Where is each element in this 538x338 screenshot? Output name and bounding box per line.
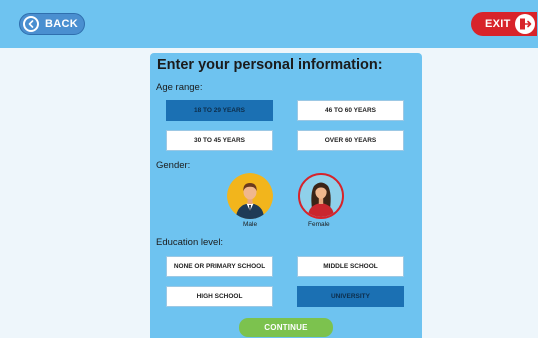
- exit-door-icon: [515, 14, 535, 34]
- exit-button[interactable]: EXIT: [471, 12, 537, 36]
- education-option-middle-school[interactable]: MIDDLE SCHOOL: [297, 256, 404, 277]
- female-avatar-icon: [300, 175, 342, 217]
- back-button-label: BACK: [45, 18, 78, 30]
- male-avatar-icon: [227, 173, 273, 219]
- top-bar: BACK EXIT: [0, 0, 538, 48]
- gender-label: Gender:: [156, 160, 191, 171]
- age-range-label: Age range:: [156, 82, 203, 93]
- exit-button-label: EXIT: [485, 18, 511, 30]
- female-caption: Female: [308, 221, 330, 228]
- continue-button[interactable]: CONTINUE: [239, 318, 333, 337]
- education-option-none-primary[interactable]: NONE OR PRIMARY SCHOOL: [166, 256, 273, 277]
- age-option-over-60[interactable]: OVER 60 YEARS: [297, 130, 404, 151]
- age-option-46-60[interactable]: 46 TO 60 YEARS: [297, 100, 404, 121]
- page-title: Enter your personal information:: [157, 57, 383, 73]
- male-avatar-button[interactable]: [227, 173, 273, 219]
- education-option-university[interactable]: UNIVERSITY: [297, 286, 404, 307]
- education-option-high-school[interactable]: HIGH SCHOOL: [166, 286, 273, 307]
- age-option-18-29[interactable]: 18 TO 29 YEARS: [166, 100, 273, 121]
- back-button[interactable]: BACK: [19, 13, 85, 35]
- male-caption: Male: [243, 221, 258, 228]
- chevron-left-icon: [23, 16, 39, 32]
- education-level-label: Education level:: [156, 237, 224, 248]
- female-avatar-button[interactable]: [298, 173, 344, 219]
- personal-info-panel: Enter your personal information: Age ran…: [150, 53, 422, 338]
- age-option-30-45[interactable]: 30 TO 45 YEARS: [166, 130, 273, 151]
